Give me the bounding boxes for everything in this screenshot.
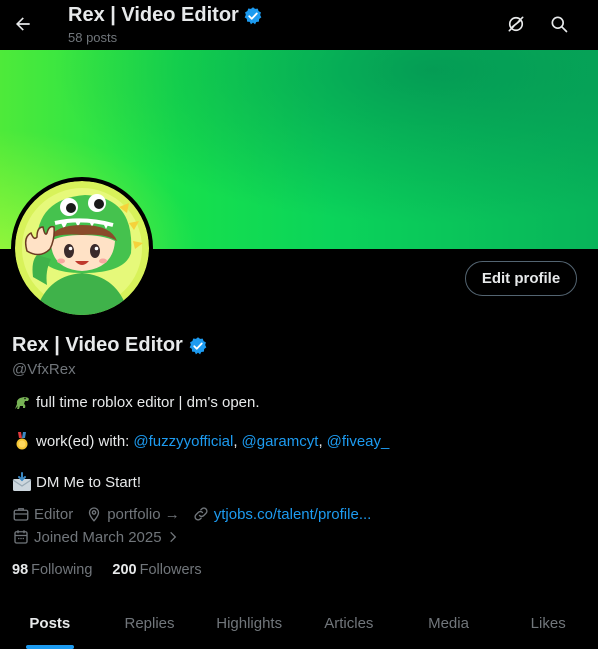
profession-item: Editor [12, 505, 73, 523]
following-count: 98 [12, 562, 29, 578]
tab-label: Replies [124, 615, 175, 632]
joined-text: Joined March 2025 [34, 528, 162, 546]
tab-label: Articles [324, 615, 374, 632]
tab-media[interactable]: Media [399, 598, 499, 649]
active-tab-indicator [25, 645, 74, 649]
header-title-text: Rex | Video Editor [68, 4, 239, 26]
followers-link[interactable]: 200 Followers [112, 562, 201, 578]
bio-line-2-prefix: work(ed) with: [36, 432, 130, 450]
website-link[interactable]: ytjobs.co/talent/profile... [214, 506, 372, 523]
follow-counts: 98 Following 200 Followers [12, 562, 202, 578]
tab-replies[interactable]: Replies [100, 598, 200, 649]
tab-highlights[interactable]: Highlights [199, 598, 299, 649]
briefcase-icon [13, 508, 29, 521]
envelope-arrow-emoji-icon [12, 472, 32, 491]
tab-label: Highlights [216, 615, 283, 632]
followers-count: 200 [112, 562, 137, 578]
calendar-icon [14, 530, 28, 544]
verified-badge-icon[interactable] [188, 336, 208, 356]
following-link[interactable]: 98 Following [12, 562, 92, 578]
back-button[interactable] [6, 7, 40, 41]
grok-button[interactable] [499, 7, 533, 41]
location-text: portfolio → [107, 505, 180, 523]
tab-label: Posts [29, 615, 71, 632]
bio-line-3-text: DM Me to Start! [36, 473, 142, 491]
medal-emoji-icon [16, 432, 28, 450]
search-icon [551, 16, 568, 33]
edit-profile-button[interactable]: Edit profile [465, 261, 577, 296]
search-button[interactable] [542, 7, 576, 41]
tab-posts[interactable]: Posts [0, 598, 100, 649]
followers-label: Followers [139, 562, 202, 578]
back-arrow-icon [16, 17, 30, 31]
bio-line-3: DM Me to Start! [12, 472, 141, 492]
profile-name-text: Rex | Video Editor [12, 334, 183, 356]
post-count: 58 posts [68, 30, 118, 45]
joined-row[interactable]: Joined March 2025 [12, 528, 192, 546]
mention-link[interactable]: @garamcyt [242, 433, 319, 450]
location-item: portfolio → [85, 505, 180, 523]
mention-link[interactable]: @fiveay_ [327, 433, 390, 450]
header-title: Rex | Video Editor [68, 4, 263, 27]
bio-line-1-text: full time roblox editor | dm's open. [36, 393, 260, 411]
location-pin-icon [89, 507, 100, 522]
tab-likes[interactable]: Likes [498, 598, 598, 649]
link-icon [194, 507, 208, 521]
verified-badge-icon [244, 6, 262, 24]
tab-label: Likes [530, 615, 566, 632]
following-label: Following [31, 562, 93, 578]
tab-articles[interactable]: Articles [299, 598, 399, 649]
tab-label: Media [428, 615, 469, 632]
avatar[interactable] [11, 177, 153, 319]
profile-handle: @VfxRex [12, 361, 76, 378]
bio-line-2: work(ed) with: @fuzzyyofficial, @garamcy… [12, 431, 389, 451]
profile-tabs: Posts Replies Highlights Articles Media … [0, 598, 598, 649]
bio-line-1: full time roblox editor | dm's open. [12, 392, 260, 412]
mention-link[interactable]: @fuzzyyofficial [133, 433, 233, 450]
dino-costume-avatar-image [15, 181, 149, 315]
profession-text: Editor [34, 505, 74, 523]
profile-name: Rex | Video Editor [12, 334, 208, 357]
joined-item[interactable]: Joined March 2025 [12, 528, 180, 546]
profile-meta-row: Editor portfolio → ytjobs.co/talent/prof… [12, 505, 383, 523]
profile-header: Rex | Video Editor 58 posts [0, 0, 598, 50]
chevron-right-icon [169, 531, 176, 543]
grok-icon [508, 16, 524, 32]
t-rex-emoji-icon [15, 397, 29, 409]
website-item[interactable]: ytjobs.co/talent/profile... [192, 505, 372, 523]
